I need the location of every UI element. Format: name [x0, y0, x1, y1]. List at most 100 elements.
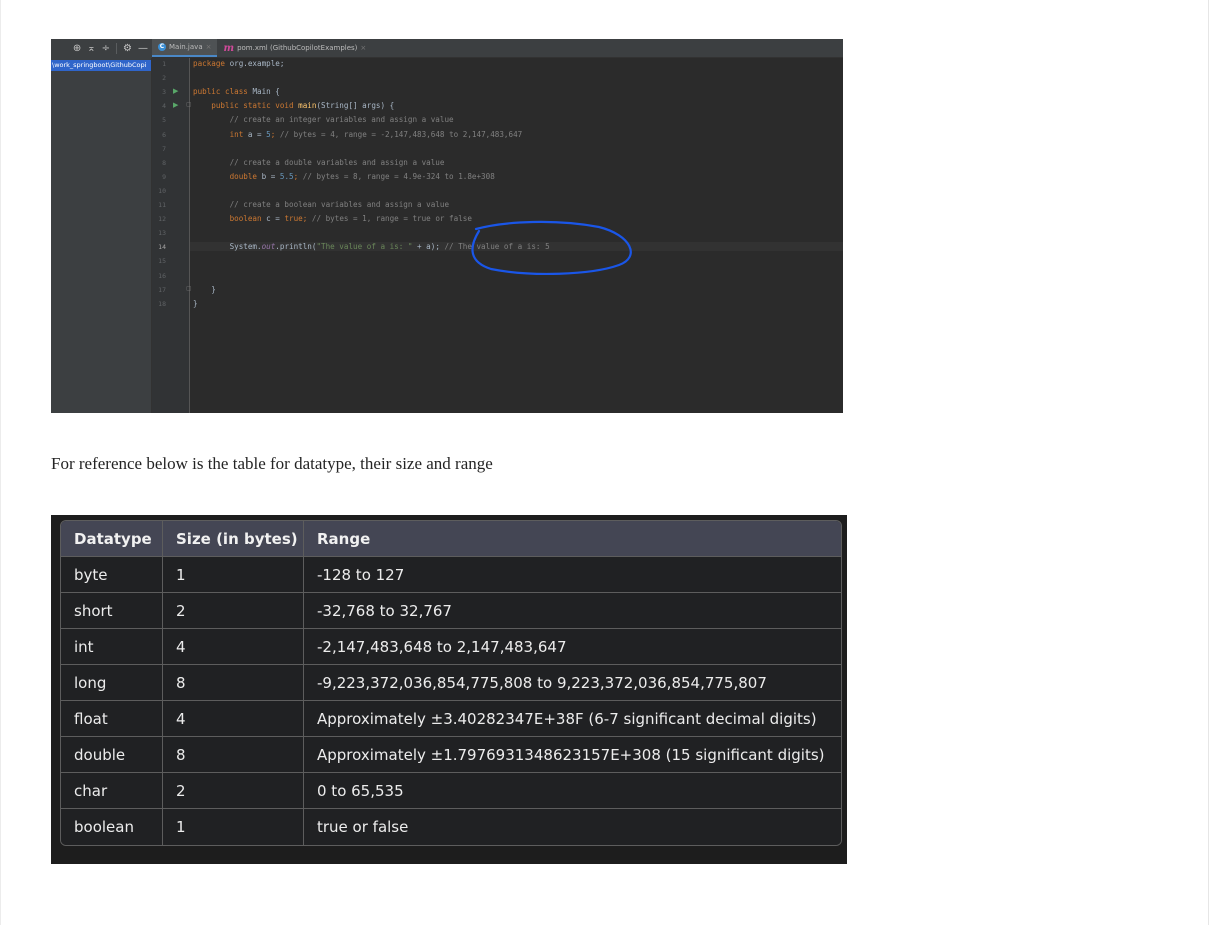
code-token: .println( — [275, 242, 317, 252]
line-number: 5 — [162, 116, 166, 125]
range-cell: Approximately ±1.7976931348623157E+308 (… — [304, 737, 841, 773]
datatype-cell: short — [61, 593, 163, 629]
code-line: int a = 5; // bytes = 4, range = -2,147,… — [193, 129, 523, 139]
range-cell: -32,768 to 32,767 — [304, 593, 841, 629]
size-cell: 2 — [163, 773, 304, 809]
range-cell: 0 to 65,535 — [304, 773, 841, 809]
code-editor[interactable]: package org.example; public class Main { … — [190, 58, 843, 413]
tab-label: Main.java — [169, 43, 203, 51]
size-cell: 1 — [163, 557, 304, 593]
minus-icon: — — [138, 42, 148, 54]
run-icon[interactable]: ▶ — [173, 101, 178, 109]
code-token: // bytes = 1, range = true or false — [311, 214, 472, 224]
expand-icon: ÷ — [101, 42, 111, 54]
datatype-cell: int — [61, 629, 163, 665]
line-number: 3 — [162, 88, 166, 97]
close-icon[interactable]: × — [360, 44, 366, 52]
code-token: // bytes = 4, range = -2,147,483,648 to … — [279, 129, 523, 139]
toolbar-separator — [116, 43, 118, 54]
line-number: 10 — [158, 186, 166, 195]
close-icon[interactable]: × — [206, 43, 212, 51]
code-token: System. — [193, 242, 262, 252]
code-line: // create a boolean variables and assign… — [193, 200, 449, 209]
line-number: 2 — [162, 74, 166, 83]
line-number: 6 — [162, 130, 166, 139]
code-token: } — [193, 298, 198, 308]
line-number: 8 — [162, 158, 166, 167]
header-size: Size (in bytes) — [163, 521, 304, 557]
range-cell: -9,223,372,036,854,775,808 to 9,223,372,… — [304, 665, 841, 701]
size-cell: 4 — [163, 701, 304, 737]
project-toolbar: ⊕ ⌅ ÷ ⚙ — — [51, 39, 152, 58]
code-line: } — [193, 285, 216, 294]
code-token: true; — [284, 214, 312, 224]
code-line: double b = 5.5; // bytes = 8, range = 4.… — [193, 172, 495, 181]
code-line: public class Main { — [193, 87, 280, 96]
code-token: ; — [270, 129, 280, 139]
code-line: } — [193, 299, 198, 308]
code-line: public static void main(String[] args) { — [193, 101, 394, 110]
code-token: 5.5 — [279, 171, 294, 181]
datatype-cell: double — [61, 737, 163, 773]
code-token: a = — [247, 129, 267, 139]
range-cell: -128 to 127 — [304, 557, 841, 593]
code-token: // create an integer variables and assig… — [193, 115, 454, 125]
tab-pom-xml[interactable]: m pom.xml (GithubCopilotExamples) × — [217, 39, 372, 57]
page-right-border — [1208, 0, 1209, 925]
code-token: // The value of a is: 5 — [444, 242, 550, 252]
table-row: double 8 Approximately ±1.7976931348623157… — [61, 737, 841, 773]
collapse-icon: ⌅ — [87, 42, 96, 54]
code-token: org.example; — [229, 59, 285, 68]
size-cell: 1 — [163, 809, 304, 845]
gear-icon: ⚙ — [123, 42, 132, 54]
table-row: float 4 Approximately ±3.40282347E+38F (6-… — [61, 701, 841, 737]
line-number: 7 — [162, 144, 166, 153]
tab-main-java[interactable]: C Main.java × — [152, 39, 218, 57]
code-line: System.out.println("The value of a is: "… — [190, 242, 843, 252]
table-row: short 2 -32,768 to 32,767 — [61, 593, 841, 629]
table-header-row: Datatype Size (in bytes) Range — [61, 521, 841, 557]
project-path-item[interactable]: \work_springboot\GithubCopi — [51, 60, 151, 71]
code-token: // create a boolean variables and assign… — [193, 200, 450, 209]
line-number: 18 — [158, 299, 166, 308]
tab-label: pom.xml (GithubCopilotExamples) — [237, 44, 358, 52]
code-line: package org.example; — [193, 59, 284, 68]
code-token: "The value of a is: " — [316, 242, 413, 252]
code-token: int — [193, 129, 248, 139]
line-number: 16 — [158, 271, 166, 280]
size-cell: 8 — [163, 665, 304, 701]
line-number: 15 — [158, 257, 166, 266]
datatype-cell: byte — [61, 557, 163, 593]
project-panel: \work_springboot\GithubCopi — [51, 58, 152, 413]
editor-tabs: C Main.java × m pom.xml (GithubCopilotEx… — [152, 39, 843, 58]
code-token: package — [193, 59, 230, 68]
code-token: c = — [266, 214, 285, 224]
globe-icon: ⊕ — [72, 42, 82, 54]
table-row: boolean 1 true or false — [61, 809, 841, 845]
range-cell: Approximately ±3.40282347E+38F (6-7 sign… — [304, 701, 841, 737]
run-icon[interactable]: ▶ — [173, 87, 178, 95]
line-number: 12 — [158, 215, 166, 224]
code-token: out — [261, 242, 276, 252]
line-number: 1 — [162, 60, 166, 68]
maven-icon: m — [223, 42, 235, 54]
code-token: } — [193, 284, 216, 294]
reference-text: For reference below is the table for dat… — [51, 454, 493, 473]
line-number: 17 — [158, 285, 166, 294]
code-token: ; — [293, 171, 303, 181]
page-left-border — [0, 0, 1, 925]
code-line: // create a double variables and assign … — [193, 157, 445, 167]
size-cell: 8 — [163, 737, 304, 773]
header-datatype: Datatype — [61, 521, 163, 557]
table-row: char 2 0 to 65,535 — [61, 773, 841, 809]
datatype-cell: char — [61, 773, 163, 809]
datatype-table-image: Datatype Size (in bytes) Range byte 1 -128… — [51, 515, 847, 864]
code-token: double — [193, 171, 262, 181]
code-token: // bytes = 8, range = 4.9e-324 to 1.8e+3… — [302, 171, 495, 181]
java-class-icon: C — [158, 43, 166, 51]
line-number: 11 — [158, 201, 166, 209]
code-token: Main { — [252, 87, 280, 97]
code-token: // create a double variables and assign … — [193, 157, 445, 167]
ide-screenshot: ⊕ ⌅ ÷ ⚙ — C Main.java × m pom.xml (Githu… — [51, 39, 843, 413]
code-token: public class — [193, 87, 253, 97]
